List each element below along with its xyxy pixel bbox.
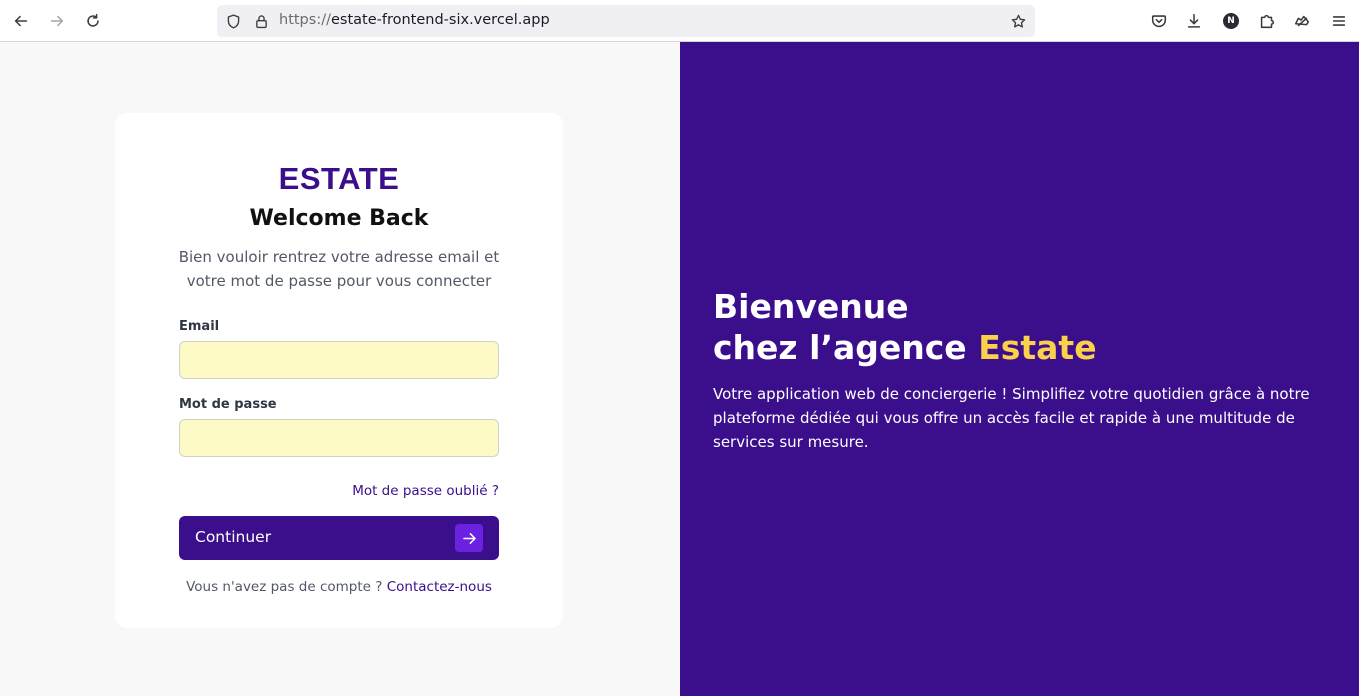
hero-title-line2: chez l’agence Estate bbox=[713, 327, 1097, 368]
forgot-password-link[interactable]: Mot de passe oublié ? bbox=[352, 483, 499, 499]
sneaker-icon bbox=[1294, 15, 1310, 27]
download-icon bbox=[1187, 13, 1201, 28]
hero-title-line1: Bienvenue bbox=[713, 287, 909, 326]
url-host: estate-frontend-six.vercel.app bbox=[330, 12, 550, 28]
app-menu-button[interactable] bbox=[1325, 7, 1353, 35]
continue-button-label: Continuer bbox=[195, 528, 272, 546]
hero-title-accent: Estate bbox=[978, 328, 1097, 367]
downloads-button[interactable] bbox=[1180, 7, 1208, 35]
arrow-left-icon bbox=[14, 15, 28, 27]
hero-pane: Bienvenue chez l’agence Estate Votre app… bbox=[680, 42, 1359, 696]
login-subtitle: Bien vouloir rentrez votre adresse email… bbox=[178, 248, 500, 290]
extensions-button[interactable] bbox=[1253, 7, 1281, 35]
star-icon bbox=[1011, 14, 1025, 28]
tracking-protection-button[interactable] bbox=[223, 11, 243, 31]
login-card: ESTATE Welcome Back Bien vouloir rentrez… bbox=[115, 113, 563, 628]
pocket-icon bbox=[1151, 15, 1167, 28]
continue-arrow-box bbox=[455, 524, 483, 552]
password-label: Mot de passe bbox=[179, 397, 277, 412]
address-bar[interactable]: https://estate-frontend-six.vercel.app bbox=[217, 5, 1035, 37]
account-button[interactable]: N bbox=[1217, 7, 1245, 35]
hero-title: Bienvenue chez l’agence Estate bbox=[713, 286, 1097, 368]
profile-avatar: N bbox=[1223, 13, 1239, 29]
arrow-right-icon bbox=[462, 532, 476, 544]
brand-logo: ESTATE bbox=[278, 161, 400, 196]
signup-prompt: Vous n'avez pas de compte ? Contactez-no… bbox=[115, 579, 563, 595]
reload-icon bbox=[87, 13, 99, 27]
url-text[interactable]: https://estate-frontend-six.vercel.app bbox=[279, 12, 550, 28]
welcome-heading: Welcome Back bbox=[249, 206, 429, 231]
back-button[interactable] bbox=[7, 7, 35, 35]
login-pane: ESTATE Welcome Back Bien vouloir rentrez… bbox=[0, 42, 680, 696]
contact-link[interactable]: Contactez-nous bbox=[387, 579, 492, 595]
password-field[interactable] bbox=[179, 419, 499, 457]
email-field[interactable] bbox=[179, 341, 499, 379]
continue-button[interactable]: Continuer bbox=[179, 516, 499, 560]
hamburger-menu-icon bbox=[1332, 16, 1346, 26]
shield-icon bbox=[227, 13, 239, 29]
extension-toolbar-button[interactable] bbox=[1288, 7, 1316, 35]
lock-icon bbox=[255, 14, 267, 28]
pocket-button[interactable] bbox=[1145, 7, 1173, 35]
forward-button[interactable] bbox=[43, 7, 71, 35]
arrow-right-icon bbox=[50, 15, 64, 27]
browser-toolbar: https://estate-frontend-six.vercel.app N bbox=[0, 0, 1359, 42]
site-security-button[interactable] bbox=[251, 11, 271, 31]
reload-button[interactable] bbox=[79, 7, 107, 35]
hero-title-line2-text: chez l’agence bbox=[713, 328, 967, 367]
bookmark-button[interactable] bbox=[1007, 10, 1029, 32]
hero-description: Votre application web de conciergerie ! … bbox=[713, 385, 1310, 451]
email-label: Email bbox=[179, 319, 220, 334]
no-account-text: Vous n'avez pas de compte ? bbox=[186, 579, 383, 595]
puzzle-icon bbox=[1260, 14, 1275, 29]
url-scheme: https:// bbox=[279, 12, 331, 28]
